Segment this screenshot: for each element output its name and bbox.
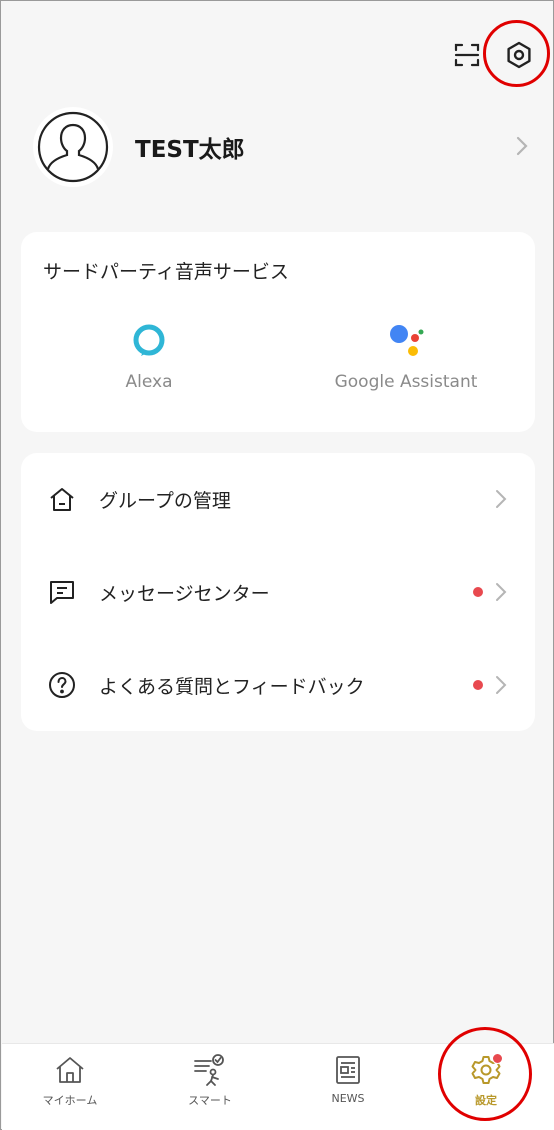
menu-item-label: メッセージセンター — [99, 582, 270, 605]
help-icon — [47, 670, 77, 700]
news-icon — [330, 1052, 366, 1088]
profile-row[interactable]: TEST太郎 — [21, 101, 535, 193]
profile-name: TEST太郎 — [135, 137, 245, 163]
tab-label: スマート — [188, 1094, 232, 1107]
chevron-right-icon — [495, 582, 507, 606]
menu-item-label: よくある質問とフィードバック — [99, 675, 365, 698]
chevron-right-icon — [515, 135, 529, 161]
google-assistant-icon — [390, 325, 424, 356]
alexa-label: Alexa — [125, 372, 173, 392]
google-assistant-service[interactable]: Google Assistant — [321, 322, 491, 392]
alexa-icon — [133, 324, 165, 356]
home-icon — [47, 484, 77, 514]
tab-my-home[interactable]: マイホーム — [10, 1044, 130, 1130]
smart-icon — [192, 1052, 228, 1088]
highlight-circle-top — [483, 20, 550, 87]
alexa-service[interactable]: Alexa — [99, 322, 199, 392]
menu-card: グループの管理 メッセージセンター よくある質問とフィードバック — [21, 453, 535, 731]
tab-news[interactable]: NEWS — [288, 1044, 408, 1130]
tab-label: NEWS — [331, 1092, 365, 1105]
scan-icon[interactable] — [451, 39, 483, 71]
chevron-right-icon — [495, 489, 507, 513]
google-assistant-label: Google Assistant — [334, 372, 478, 392]
tab-smart[interactable]: スマート — [150, 1044, 270, 1130]
menu-item-group-management[interactable]: グループの管理 — [21, 453, 535, 545]
message-icon — [47, 577, 77, 607]
home-icon — [52, 1052, 88, 1088]
menu-item-label: グループの管理 — [99, 489, 231, 512]
notification-badge — [473, 680, 483, 690]
menu-item-faq-feedback[interactable]: よくある質問とフィードバック — [21, 639, 535, 731]
voice-services-title: サードパーティ音声サービス — [43, 261, 289, 283]
screen: TEST太郎 サードパーティ音声サービス Alexa Google Assist… — [0, 0, 554, 1130]
voice-services-card: サードパーティ音声サービス Alexa Google Assistant — [21, 232, 535, 432]
notification-badge — [473, 587, 483, 597]
chevron-right-icon — [495, 675, 507, 699]
tab-label: マイホーム — [42, 1094, 98, 1107]
avatar[interactable] — [33, 107, 113, 187]
highlight-circle-bottom — [438, 1027, 532, 1121]
menu-item-message-center[interactable]: メッセージセンター — [21, 546, 535, 638]
